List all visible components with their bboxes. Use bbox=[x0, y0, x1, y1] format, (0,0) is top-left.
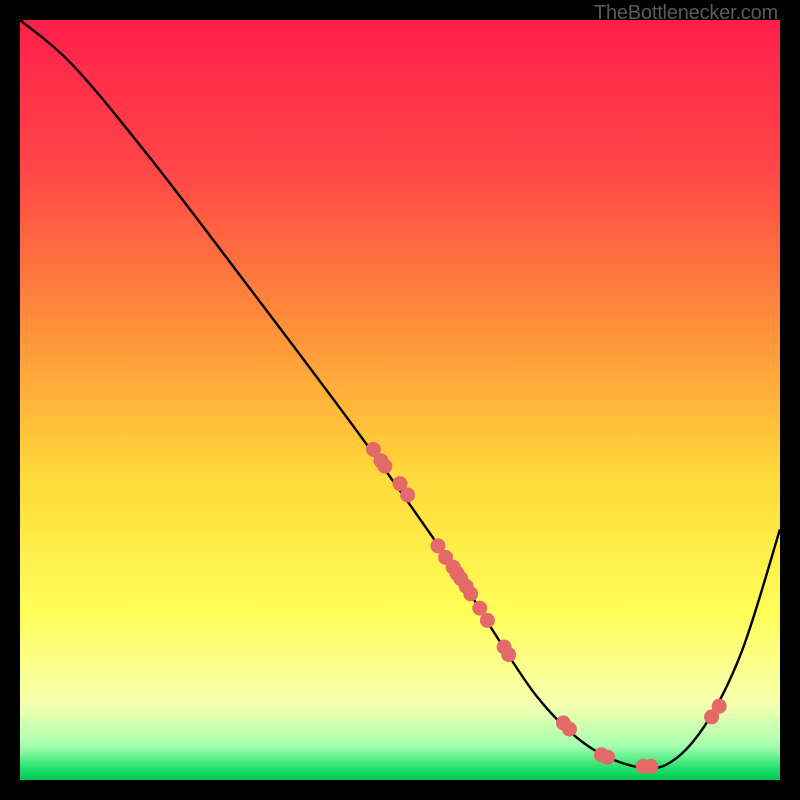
data-point bbox=[400, 488, 415, 503]
data-point bbox=[600, 750, 615, 765]
bottleneck-chart bbox=[20, 20, 780, 780]
chart-frame bbox=[20, 20, 780, 780]
chart-background bbox=[20, 20, 780, 780]
data-point bbox=[480, 613, 495, 628]
data-point bbox=[712, 699, 727, 714]
data-point bbox=[501, 647, 516, 662]
data-point bbox=[377, 459, 392, 474]
data-point bbox=[463, 586, 478, 601]
data-point bbox=[562, 722, 577, 737]
data-point bbox=[643, 759, 658, 774]
